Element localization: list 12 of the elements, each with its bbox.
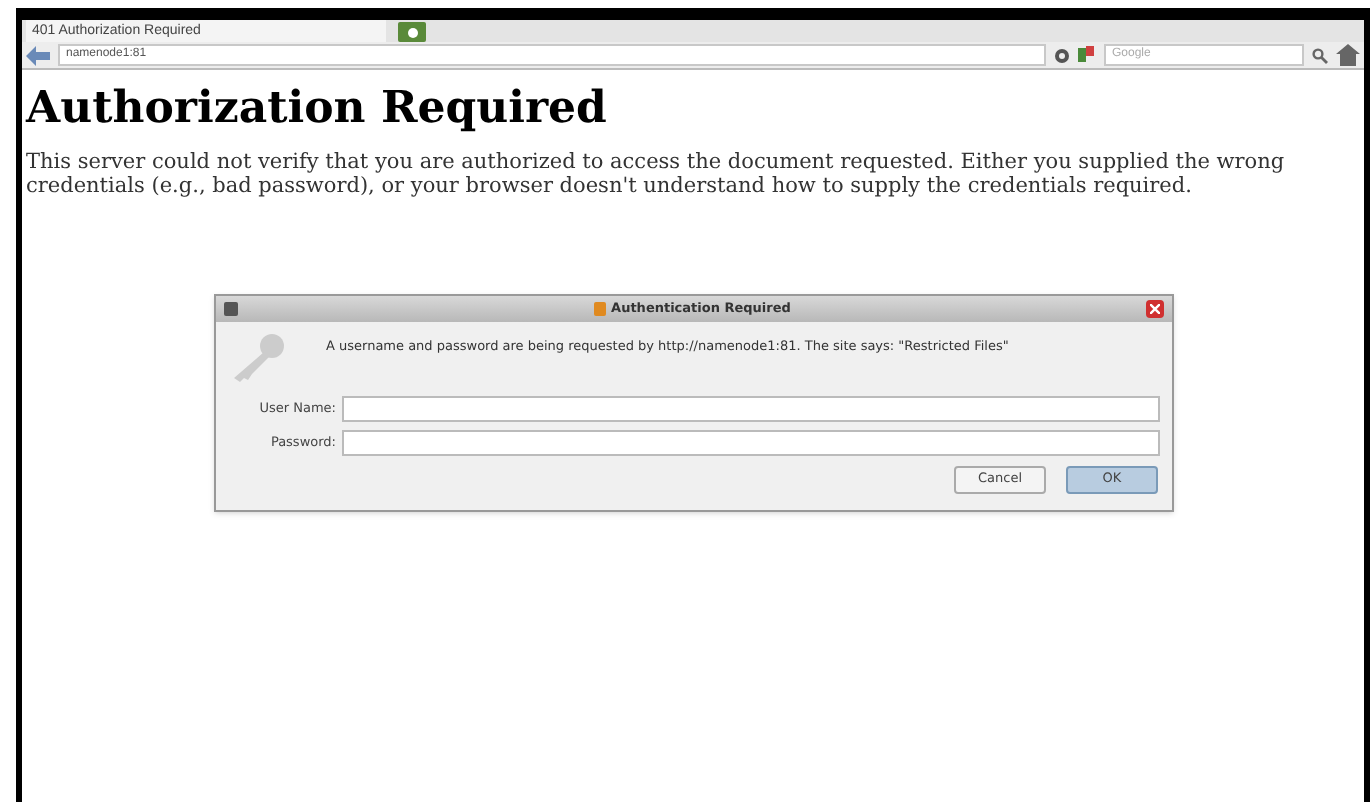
error-message: This server could not verify that you are authorized to access the document requested. Either you supplied the wrong credentials (e.g., bad password), or your browser doesn't understand how to supply the credentials required.	[26, 150, 1287, 198]
search-icon[interactable]	[1312, 47, 1328, 63]
home-icon[interactable]	[1336, 44, 1360, 66]
new-tab-button[interactable]	[398, 22, 426, 42]
close-button[interactable]	[1145, 300, 1164, 318]
close-icon	[1149, 304, 1160, 314]
password-field[interactable]	[342, 430, 1160, 456]
page-heading: Authorization Required	[26, 82, 609, 134]
username-field[interactable]	[342, 396, 1160, 422]
reload-icon[interactable]	[1054, 47, 1070, 63]
back-arrow-icon[interactable]	[26, 45, 50, 65]
search-engine-icon	[1078, 46, 1096, 64]
